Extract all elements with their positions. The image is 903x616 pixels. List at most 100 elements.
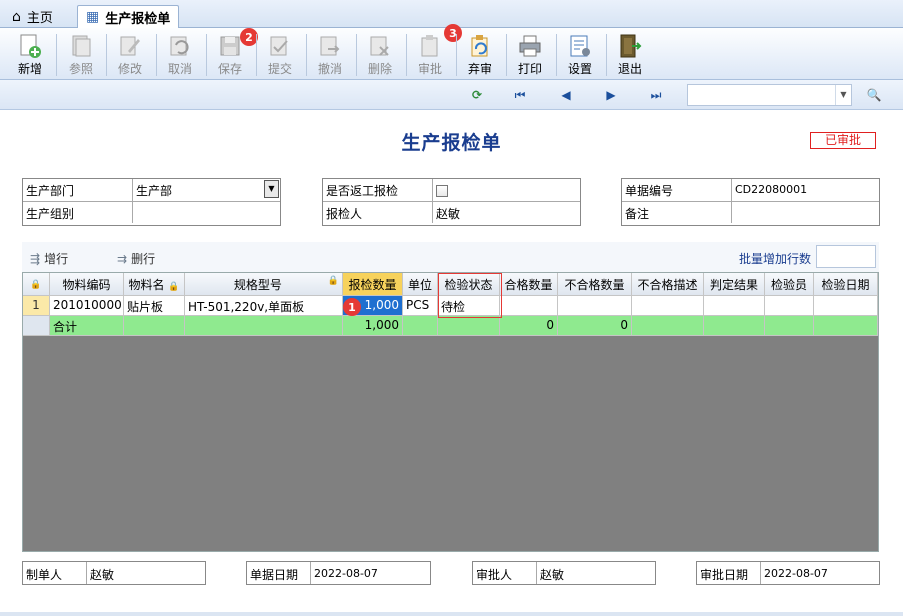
submit-icon [270,36,288,56]
search-icon[interactable]: 🔍 [866,87,882,103]
form-block-rework: 是否返工报检 报检人 赵敏 [322,178,581,226]
total-fail-qty: 0 [558,316,632,336]
col-inspect-qty[interactable]: 报检数量 [343,273,403,296]
col-spec[interactable]: 规格型号 🔒 [185,273,343,296]
lock-icon: 🔒 [327,276,339,286]
save-icon [220,36,240,56]
approver-field[interactable]: 赵敏 [537,562,655,584]
revoke-button[interactable]: 撤消 [308,31,352,79]
previous-record-icon[interactable]: ◀ [558,87,574,103]
rework-checkbox[interactable] [436,185,448,197]
form-block-docno: 单据编号 CD22080001 备注 [621,178,880,226]
date-label: 单据日期 [247,562,311,584]
settings-icon [570,35,590,57]
batch-add-label: 批量增加行数 [738,252,811,266]
new-document-icon [20,34,41,58]
tab-home-label: 主页 [26,11,53,26]
add-row-button[interactable]: ⇶ 增行 [30,250,68,267]
refresh-icon[interactable]: ⟳ [469,87,485,103]
col-unit[interactable]: 单位 [403,273,438,296]
delete-row-icon: ⇉ [117,252,128,266]
settings-button[interactable]: 设置 [558,31,602,79]
chevron-down-icon: ▼ [835,85,851,105]
remark-field[interactable] [732,202,879,223]
docno-field[interactable]: CD22080001 [732,179,879,201]
col-material-code[interactable]: 物料编码 [50,273,124,296]
group-label: 生产组别 [23,202,133,223]
page-title: 生产报检单 [401,132,502,154]
row-number: 1 [23,296,50,316]
remark-label: 备注 [622,202,732,223]
undo-icon [170,36,189,56]
form-block-dept: 生产部门 生产部 ▼ 生产组别 [22,178,281,226]
lock-icon[interactable]: 🔒 [23,273,50,296]
highlight-box [438,273,502,318]
new-button[interactable]: 新增 [8,31,52,79]
footer-approver: 审批人 赵敏 [472,561,656,585]
footer-approve-date: 审批日期 2022-08-07 [696,561,880,585]
inspector-field[interactable]: 赵敏 [433,202,580,223]
add-row-icon: ⇶ [30,252,41,266]
last-record-icon[interactable]: ⏭ [648,87,664,103]
cell-material-name[interactable]: 贴片板 [124,296,185,316]
home-icon: ⌂ [12,8,21,25]
delete-row-button[interactable]: ⇉ 删行 [117,250,155,267]
col-pass-qty[interactable]: 合格数量 [500,273,558,296]
unapprove-icon [471,35,488,57]
total-inspect-qty: 1,000 [343,316,403,336]
date-field[interactable]: 2022-08-07 [311,562,430,584]
edit-button[interactable]: 修改 [108,31,152,79]
cell-fail-qty[interactable] [558,296,632,316]
cancel-button[interactable]: 取消 [158,31,202,79]
print-button[interactable]: 打印 [508,31,552,79]
exit-door-icon [620,34,642,58]
col-inspector[interactable]: 检验员 [765,273,814,296]
approver-label: 审批人 [473,562,537,584]
table-icon: ▦ [86,9,100,25]
inspector-label: 报检人 [323,202,433,223]
approve-icon [421,35,438,57]
cell-pass-qty[interactable] [500,296,558,316]
maker-field[interactable]: 赵敏 [87,562,205,584]
total-row: 合计 1,000 0 0 [23,316,878,336]
tab-home[interactable]: ⌂ 主页 [4,5,61,28]
exit-button[interactable]: 退出 [608,31,652,79]
col-fail-qty[interactable]: 不合格数量 [558,273,632,296]
col-fail-desc[interactable]: 不合格描述 [632,273,704,296]
delete-icon [370,36,389,56]
col-judgement[interactable]: 判定结果 [704,273,765,296]
dept-label: 生产部门 [23,179,133,201]
dept-select[interactable]: 生产部 ▼ [133,179,280,201]
next-record-icon[interactable]: ▶ [603,87,619,103]
cell-inspect-date[interactable] [814,296,878,316]
tab-inspection-form[interactable]: ▦ 生产报检单 [77,5,180,28]
approve-date-field[interactable]: 2022-08-07 [761,562,879,584]
maker-label: 制单人 [23,562,87,584]
group-field[interactable] [133,202,280,223]
cell-spec[interactable]: HT-501,220v,单面板 [185,296,343,316]
cell-inspector[interactable] [765,296,814,316]
col-material-name[interactable]: 物料名 🔒 [124,273,185,296]
cell-unit[interactable]: PCS [403,296,438,316]
cell-fail-desc[interactable] [632,296,704,316]
reference-button[interactable]: 参照 [59,31,103,79]
detail-grid: 🔒 物料编码 物料名 🔒 规格型号 🔒 报检数量 单位 检验状态 合格数量 不合… [22,272,879,552]
cell-judgement[interactable] [704,296,765,316]
total-pass-qty: 0 [500,316,558,336]
printer-icon [519,35,541,57]
approve-date-label: 审批日期 [697,562,761,584]
unapprove-button[interactable]: 弃审 [458,31,502,79]
submit-button[interactable]: 提交 [258,31,302,79]
first-record-icon[interactable]: ⏮ [512,87,528,103]
record-select[interactable]: ▼ [687,84,852,106]
total-label: 合计 [50,316,124,336]
cell-material-code[interactable]: 2010100001 [50,296,124,316]
tab-inspection-form-label: 生产报检单 [105,11,171,27]
edit-icon [120,36,140,56]
batch-add-input[interactable] [816,245,876,268]
delete-button[interactable]: 删除 [358,31,402,79]
docno-label: 单据编号 [622,179,732,201]
status-badge: 已审批 [810,132,876,149]
col-inspect-date[interactable]: 检验日期 [814,273,878,296]
step-badge-1: 1 [343,298,361,316]
